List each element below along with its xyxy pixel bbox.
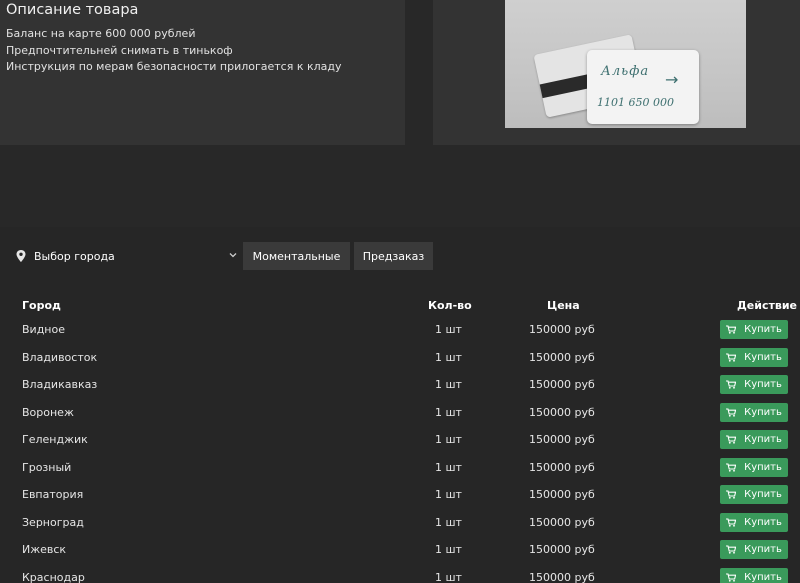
- buy-button[interactable]: Купить: [720, 430, 788, 449]
- cell-qty: 1 шт: [435, 543, 462, 557]
- table-row: Зерноград 1 шт 150000 руб Купить: [0, 509, 800, 537]
- buy-button-label: Купить: [744, 571, 782, 583]
- table-row: Краснодар 1 шт 150000 руб Купить: [0, 564, 800, 583]
- cell-price: 150000 руб: [529, 433, 595, 447]
- arrow-icon: →: [665, 70, 679, 89]
- buy-button[interactable]: Купить: [720, 375, 788, 394]
- products-table: Город Кол-во Цена Действие Видное 1 шт 150…: [0, 296, 800, 583]
- table-row: Евпатория 1 шт 150000 руб Купить: [0, 481, 800, 509]
- map-pin-icon: [16, 250, 26, 262]
- cell-city: Зерноград: [22, 515, 84, 529]
- cart-icon: [726, 490, 737, 499]
- cell-qty: 1 шт: [435, 460, 462, 474]
- description-lines: Баланс на карте 600 000 рублей Предпочти…: [6, 26, 342, 76]
- cell-price: 150000 руб: [529, 405, 595, 419]
- description-line: Баланс на карте 600 000 рублей: [6, 27, 196, 40]
- cell-qty: 1 шт: [435, 515, 462, 529]
- buy-button[interactable]: Купить: [720, 402, 788, 422]
- cell-qty: 1 шт: [435, 570, 462, 583]
- description-title: Описание товара: [6, 2, 139, 18]
- cart-icon: [726, 407, 737, 417]
- cart-icon: [726, 462, 737, 472]
- table-row: Грозный 1 шт 150000 руб Купить: [0, 454, 800, 482]
- cell-city: Видное: [22, 323, 65, 337]
- card-handwriting-name: Альфа: [601, 64, 650, 79]
- buy-button[interactable]: Купить: [720, 540, 788, 559]
- cell-city: Владивосток: [22, 350, 98, 364]
- cart-icon: [726, 352, 737, 362]
- buy-button-label: Купить: [744, 489, 782, 500]
- buy-button[interactable]: Купить: [720, 485, 788, 504]
- cart-icon: [726, 572, 737, 582]
- cell-qty: 1 шт: [435, 378, 462, 392]
- cell-price: 150000 руб: [529, 378, 595, 392]
- cell-city: Геленджик: [22, 433, 88, 447]
- cart-icon: [726, 325, 737, 334]
- product-page: Описание товара Баланс на карте 600 000 …: [0, 0, 800, 583]
- city-select[interactable]: Выбор города: [10, 242, 240, 270]
- cell-price: 150000 руб: [529, 350, 595, 364]
- table-row: Геленджик 1 шт 150000 руб Купить: [0, 426, 800, 454]
- cell-qty: 1 шт: [435, 323, 462, 337]
- cell-qty: 1 шт: [435, 433, 462, 447]
- table-row: Ижевск 1 шт 150000 руб Купить: [0, 536, 800, 564]
- product-photo[interactable]: Альфа → 1101 650 000: [505, 0, 746, 128]
- description-panel: Описание товара Баланс на карте 600 000 …: [0, 0, 405, 145]
- chevron-down-icon: [229, 253, 237, 258]
- buy-button-label: Купить: [744, 324, 782, 335]
- cell-price: 150000 руб: [529, 570, 595, 583]
- description-line: Предпочтительней снимать в тинькоф: [6, 43, 233, 57]
- bank-card-front: Альфа → 1101 650 000: [587, 50, 699, 124]
- cart-icon: [726, 380, 737, 389]
- cell-qty: 1 шт: [435, 405, 462, 419]
- cell-qty: 1 шт: [435, 488, 462, 502]
- cell-price: 150000 руб: [529, 543, 595, 557]
- table-body: Видное 1 шт 150000 руб Купить Владивосток 1 ш…: [0, 316, 800, 583]
- cell-city: Краснодар: [22, 570, 85, 583]
- cell-qty: 1 шт: [435, 350, 462, 364]
- cell-price: 150000 руб: [529, 515, 595, 529]
- buy-button-label: Купить: [744, 544, 782, 555]
- table-row: Воронеж 1 шт 150000 руб Купить: [0, 399, 800, 427]
- preorder-filter-button[interactable]: Предзаказ: [354, 242, 433, 270]
- table-row: Владикавказ 1 шт 150000 руб Купить: [0, 371, 800, 399]
- buy-button[interactable]: Купить: [720, 512, 788, 532]
- city-select-label: Выбор города: [34, 249, 115, 263]
- cart-icon: [726, 435, 737, 444]
- cell-city: Воронеж: [22, 405, 74, 419]
- cell-city: Ижевск: [22, 543, 67, 557]
- photo-panel: Альфа → 1101 650 000: [433, 0, 800, 145]
- buy-button[interactable]: Купить: [720, 347, 788, 367]
- cell-city: Грозный: [22, 460, 72, 474]
- description-line: Инструкция по мерам безопасности прилога…: [6, 60, 342, 73]
- card-handwriting-number: 1101 650 000: [597, 96, 674, 109]
- buy-button[interactable]: Купить: [720, 457, 788, 477]
- cell-price: 150000 руб: [529, 488, 595, 502]
- header-price: Цена: [547, 299, 580, 312]
- buy-button-label: Купить: [744, 434, 782, 445]
- instant-filter-button[interactable]: Моментальные: [243, 242, 350, 270]
- table-header: Город Кол-во Цена Действие: [0, 296, 800, 316]
- buy-button-label: Купить: [744, 461, 782, 473]
- buy-button[interactable]: Купить: [720, 567, 788, 583]
- cell-price: 150000 руб: [529, 323, 595, 337]
- cell-price: 150000 руб: [529, 460, 595, 474]
- cart-icon: [726, 517, 737, 527]
- buy-button-label: Купить: [744, 351, 782, 363]
- header-city: Город: [22, 299, 61, 312]
- header-action: Действие: [737, 299, 797, 312]
- product-top-section: Описание товара Баланс на карте 600 000 …: [0, 0, 800, 227]
- table-row: Видное 1 шт 150000 руб Купить: [0, 316, 800, 344]
- filter-bar: Выбор города Моментальные Предзаказ: [0, 242, 800, 270]
- cell-city: Владикавказ: [22, 378, 98, 392]
- table-row: Владивосток 1 шт 150000 руб Купить: [0, 344, 800, 372]
- buy-button-label: Купить: [744, 379, 782, 390]
- cell-city: Евпатория: [22, 488, 84, 502]
- buy-button[interactable]: Купить: [720, 320, 788, 339]
- cart-icon: [726, 545, 737, 554]
- header-qty: Кол-во: [428, 299, 472, 312]
- buy-button-label: Купить: [744, 406, 782, 418]
- buy-button-label: Купить: [744, 516, 782, 528]
